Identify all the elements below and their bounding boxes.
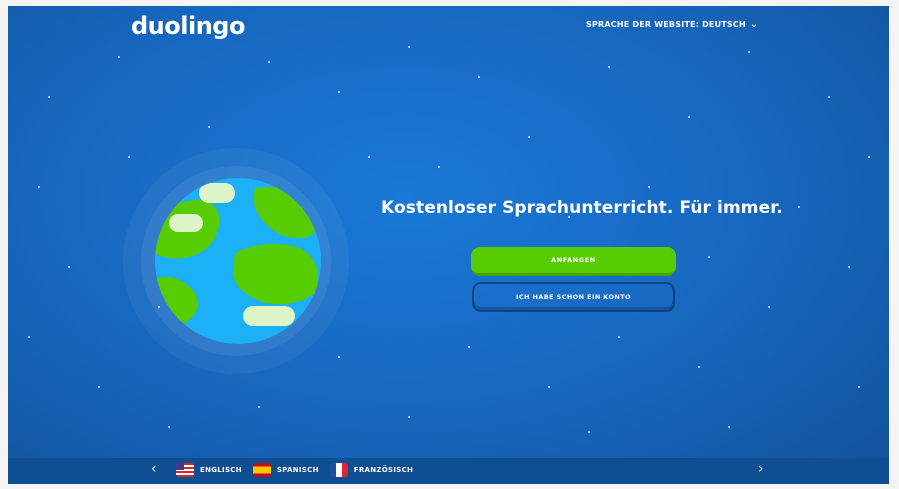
france-flag-icon bbox=[329, 463, 348, 477]
get-started-button[interactable]: ANFANGEN bbox=[471, 247, 676, 276]
language-item-french[interactable]: FRANZÖSISCH bbox=[329, 463, 414, 477]
globe-illustration bbox=[123, 148, 349, 374]
chevron-right-icon[interactable]: › bbox=[758, 461, 764, 477]
chevron-left-icon[interactable]: ‹ bbox=[151, 461, 157, 477]
app-screen: duolingo SPRACHE DER WEBSITE: DEUTSCH ⌄ … bbox=[8, 6, 889, 484]
language-label: FRANZÖSISCH bbox=[353, 466, 414, 474]
site-language-dropdown[interactable]: SPRACHE DER WEBSITE: DEUTSCH ⌄ bbox=[586, 19, 758, 30]
language-list: ENGLISCH SPANISCH FRANZÖSISCH bbox=[176, 463, 413, 477]
spain-flag-icon bbox=[252, 463, 271, 477]
duolingo-logo[interactable]: duolingo bbox=[131, 12, 245, 40]
language-item-english[interactable]: ENGLISCH bbox=[176, 463, 242, 477]
language-footer: ‹ ENGLISCH SPANISCH FRANZÖSISCH › bbox=[8, 458, 889, 484]
site-language-label: SPRACHE DER WEBSITE: DEUTSCH bbox=[586, 20, 746, 29]
language-label: ENGLISCH bbox=[200, 466, 242, 474]
language-label: SPANISCH bbox=[276, 466, 319, 474]
globe-icon bbox=[155, 178, 321, 344]
hero-headline: Kostenloser Sprachunterricht. Für immer. bbox=[381, 198, 783, 218]
login-button[interactable]: ICH HABE SCHON EIN KONTO bbox=[472, 282, 675, 312]
us-flag-icon bbox=[176, 463, 194, 477]
chevron-down-icon: ⌄ bbox=[749, 19, 759, 30]
language-item-spanish[interactable]: SPANISCH bbox=[252, 463, 319, 477]
